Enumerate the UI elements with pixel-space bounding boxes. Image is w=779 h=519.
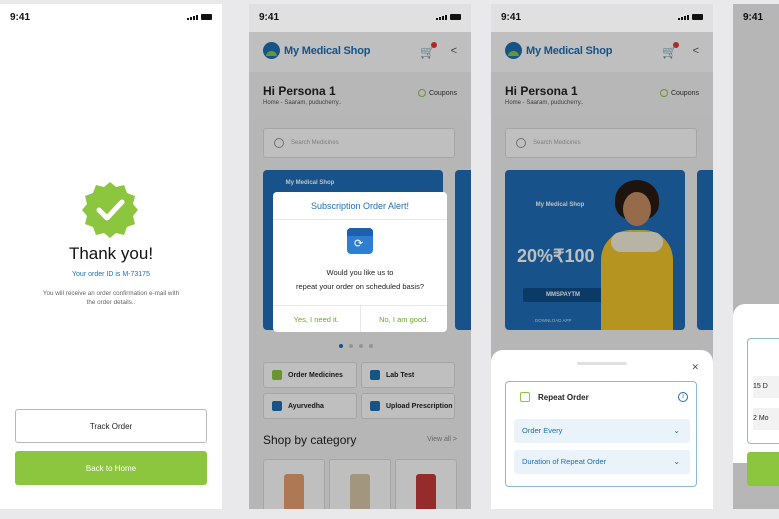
repeat-order-sheet: ✕ Repeat Order i Order Every ⌄ Duration … xyxy=(491,350,713,509)
status-time: 9:41 xyxy=(10,12,31,23)
dialog-title: Subscription Order Alert! xyxy=(273,192,447,220)
duration-select[interactable]: Duration of Repeat Order ⌄ xyxy=(514,450,690,474)
chevron-down-icon: ⌄ xyxy=(673,457,680,466)
repeat-options-screen-partial: 9:41 15 D 2 Mo xyxy=(733,4,779,509)
battery-icon xyxy=(201,14,212,20)
repeat-order-title: Repeat Order xyxy=(538,393,589,402)
close-icon[interactable]: ✕ xyxy=(691,362,699,373)
repeat-order-card: Repeat Order i Order Every ⌄ Duration of… xyxy=(505,381,697,487)
status-bar: 9:41 xyxy=(0,4,222,32)
dialog-message-line2: repeat your order on scheduled basis? xyxy=(296,281,424,291)
thank-you-title: Thank you! xyxy=(68,244,154,263)
subscription-alert-dialog: Subscription Order Alert! ⟳ Would you li… xyxy=(273,192,447,332)
signal-icon xyxy=(187,15,198,20)
battery-icon xyxy=(450,14,461,20)
track-order-button[interactable]: Track Order xyxy=(15,409,207,443)
confirm-button[interactable] xyxy=(747,452,779,486)
status-icons xyxy=(436,14,461,20)
info-icon[interactable]: i xyxy=(678,392,688,402)
battery-icon xyxy=(692,14,703,20)
status-icons xyxy=(678,14,703,20)
order-every-label: Order Every xyxy=(522,426,563,435)
yes-button[interactable]: Yes, I need it. xyxy=(273,306,360,332)
status-bar: 9:41 xyxy=(249,4,471,32)
home-with-repeat-sheet-screen: My Medical Shop 🛒 < Hi Persona 1 Home - … xyxy=(491,4,713,509)
dialog-message: Would you like us to repeat your order o… xyxy=(273,266,447,293)
home-with-alert-screen: My Medical Shop 🛒 < Hi Persona 1 Home - … xyxy=(249,4,471,509)
confirmation-text: You will receive an order confirmation e… xyxy=(42,290,180,306)
option-15-days[interactable]: 15 D xyxy=(753,376,779,398)
sheet-handle[interactable] xyxy=(577,362,627,365)
calendar-icon xyxy=(520,392,530,402)
order-every-select[interactable]: Order Every ⌄ xyxy=(514,419,690,443)
no-button[interactable]: No, I am good. xyxy=(359,306,448,332)
order-id-text: Your order ID is M-73175 xyxy=(72,271,150,278)
option-2-months[interactable]: 2 Mo xyxy=(753,408,779,430)
duration-label: Duration of Repeat Order xyxy=(522,457,607,466)
dialog-message-line1: Would you like us to xyxy=(326,268,394,277)
signal-icon xyxy=(678,15,689,20)
chevron-down-icon: ⌄ xyxy=(673,426,680,435)
status-time: 9:41 xyxy=(501,12,522,23)
status-icons xyxy=(187,14,212,20)
calendar-repeat-icon: ⟳ xyxy=(347,228,373,254)
status-bar: 9:41 xyxy=(491,4,713,32)
dialog-actions: Yes, I need it. No, I am good. xyxy=(273,305,447,332)
signal-icon xyxy=(436,15,447,20)
status-time: 9:41 xyxy=(259,12,280,23)
success-check-icon xyxy=(82,182,138,238)
back-to-home-button[interactable]: Back to Home xyxy=(15,451,207,485)
order-success-screen: 9:41 Thank you! Your order ID is M-73175… xyxy=(0,4,222,509)
